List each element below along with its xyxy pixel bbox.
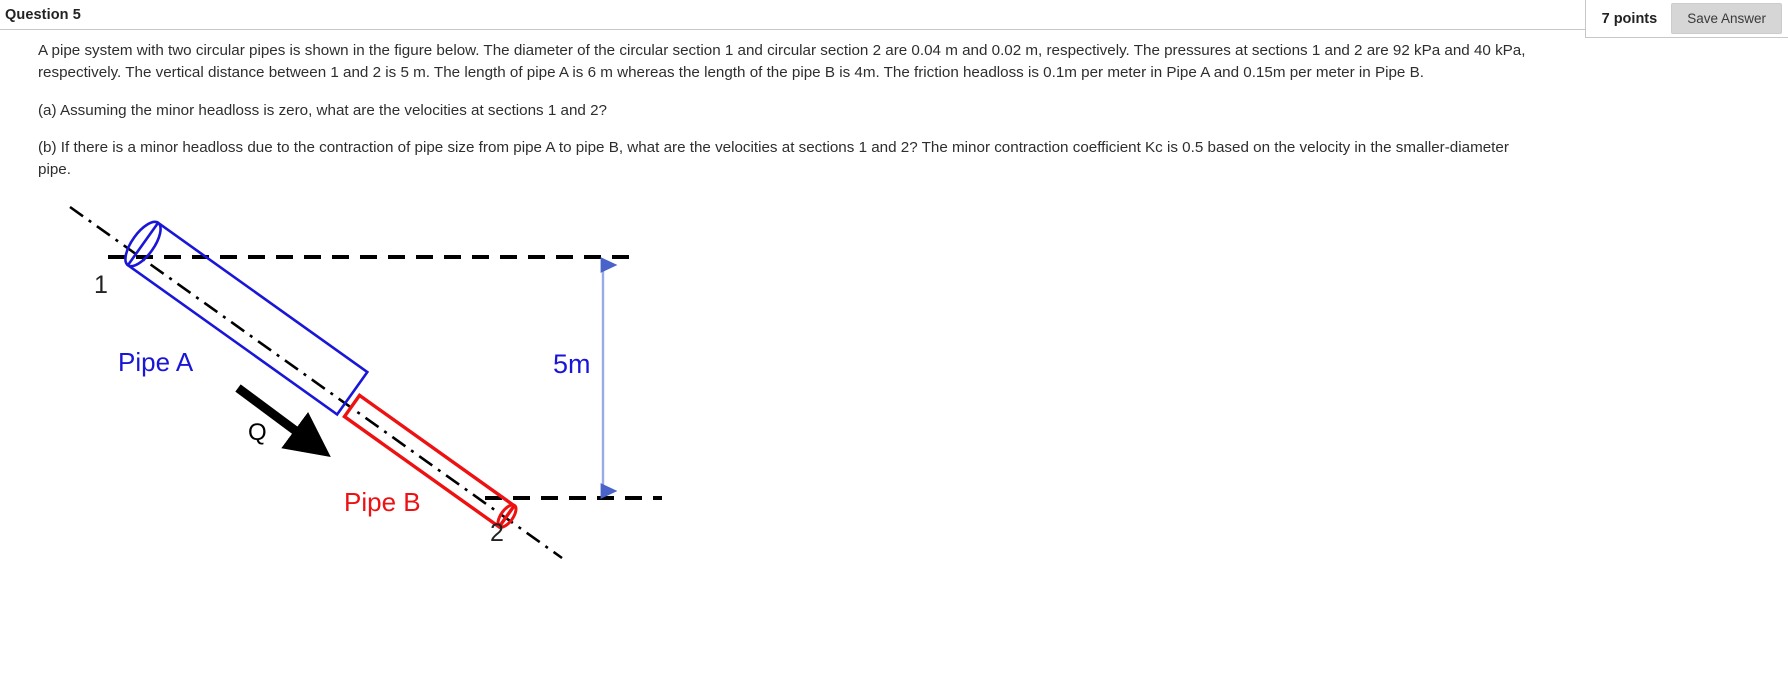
pipe-system-figure: 1 2 Pipe A Pipe B Q 5m: [38, 203, 1770, 588]
pipe-a-label: Pipe A: [118, 347, 194, 377]
question-body: A pipe system with two circular pipes is…: [0, 30, 1788, 588]
section-2-label: 2: [490, 519, 504, 547]
pipe-a-body: [126, 220, 370, 417]
flow-rate-label: Q: [248, 419, 267, 446]
question-part-b-text: (b) If there is a minor headloss due to …: [38, 138, 1509, 178]
pipe-b-label: Pipe B: [344, 487, 421, 517]
question-intro-text: A pipe system with two circular pipes is…: [38, 42, 1526, 82]
section-1-label: 1: [94, 271, 108, 299]
points-badge: 7 points: [1601, 10, 1658, 27]
question-header: Question 5 7 points Save Answer: [0, 0, 1788, 38]
page-title: Question 5: [5, 6, 81, 23]
question-header-controls: 7 points Save Answer: [1584, 0, 1788, 38]
save-answer-button[interactable]: Save Answer: [1671, 3, 1782, 34]
pipe-diagram-svg: 1 2 Pipe A Pipe B Q 5m: [69, 205, 662, 559]
question-part-a-text: (a) Assuming the minor headloss is zero,…: [38, 102, 607, 120]
dimension-label-5m: 5m: [553, 349, 591, 379]
